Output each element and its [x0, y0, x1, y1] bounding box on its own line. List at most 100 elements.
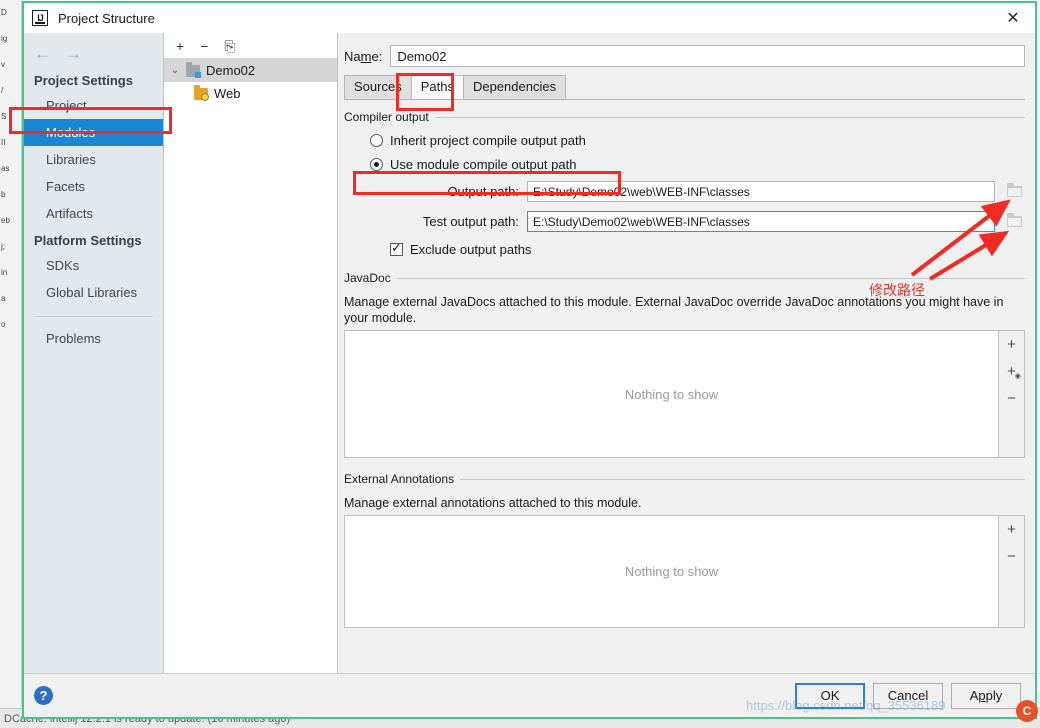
javadoc-header: JavaDoc: [344, 271, 1025, 285]
bg-fragment: S: [1, 112, 7, 121]
compiler-output-group: Compiler output Inherit project compile …: [344, 110, 1025, 257]
settings-sidebar: ← → Project Settings Project Modules Lib…: [24, 33, 164, 673]
output-path-row: Output path:: [344, 181, 1025, 202]
sidebar-item-artifacts[interactable]: Artifacts: [24, 200, 163, 227]
tree-node-web[interactable]: Web: [164, 82, 337, 105]
tree-node-label: Demo02: [206, 63, 256, 78]
test-output-path-input[interactable]: [527, 211, 995, 232]
module-name-input[interactable]: [390, 45, 1025, 67]
module-tree-panel: + − ⎘ ⌄ Demo02 Web: [164, 33, 338, 673]
module-name-row: Name:: [344, 41, 1025, 75]
sidebar-group-platform-settings: Platform Settings: [34, 233, 142, 248]
dialog-title: Project Structure: [58, 10, 155, 26]
radio-icon[interactable]: [370, 134, 383, 147]
compiler-output-title: Compiler output: [344, 110, 429, 124]
close-icon[interactable]: ✕: [991, 3, 1035, 33]
project-structure-dialog: IJ Project Structure ✕ ← → Project Setti…: [22, 1, 1037, 719]
bg-fragment: eb: [1, 216, 10, 225]
module-tabs: Sources Paths Dependencies: [344, 75, 1025, 99]
sidebar-item-project[interactable]: Project: [24, 92, 163, 119]
folder-browse-icon: [1006, 213, 1022, 227]
cancel-button[interactable]: Cancel: [873, 682, 943, 709]
ok-button[interactable]: OK: [795, 682, 865, 709]
sidebar-item-libraries[interactable]: Libraries: [24, 146, 163, 173]
bg-fragment: in: [1, 268, 8, 277]
external-annotations-list-wrap: Nothing to show + −: [344, 515, 1025, 628]
forward-arrow-icon[interactable]: →: [65, 45, 82, 62]
output-path-label: Output path:: [447, 184, 519, 199]
sidebar-item-sdks[interactable]: SDKs: [24, 252, 163, 279]
output-path-browse-button[interactable]: [1003, 182, 1025, 202]
tree-node-demo02[interactable]: ⌄ Demo02: [164, 59, 337, 82]
external-annotations-group: External Annotations Manage external ann…: [344, 472, 1025, 628]
bg-fragment: b: [1, 190, 6, 199]
web-facet-icon: [194, 84, 209, 101]
bg-fragment: /: [1, 86, 4, 95]
output-path-input[interactable]: [527, 181, 995, 202]
remove-annotation-button[interactable]: −: [1007, 549, 1016, 564]
exclude-output-paths-label: Exclude output paths: [410, 242, 532, 257]
javadoc-empty-text: Nothing to show: [624, 386, 719, 402]
module-settings-pane: Name: Sources Paths Dependencies Compile…: [338, 33, 1035, 673]
sidebar-item-global-libraries[interactable]: Global Libraries: [24, 279, 163, 306]
tab-paths[interactable]: Paths: [410, 75, 464, 99]
test-output-path-browse-button[interactable]: [1003, 212, 1025, 232]
external-annotations-title: External Annotations: [344, 472, 455, 486]
exclude-output-paths-checkbox[interactable]: [390, 240, 403, 256]
exclude-output-paths-row[interactable]: Exclude output paths: [390, 240, 1025, 257]
bg-fragment: a: [1, 294, 6, 303]
external-annotations-header: External Annotations: [344, 472, 1025, 486]
test-output-path-row: Test output path:: [344, 211, 1025, 232]
external-annotations-list[interactable]: Nothing to show: [344, 515, 999, 628]
add-javadoc-module-button[interactable]: +: [1007, 364, 1020, 380]
apply-button[interactable]: Apply: [951, 682, 1021, 709]
javadoc-list[interactable]: Nothing to show: [344, 330, 999, 458]
tree-node-label: Web: [214, 86, 241, 101]
javadoc-title: JavaDoc: [344, 271, 391, 285]
bg-fragment: ig: [1, 34, 8, 43]
sidebar-item-problems[interactable]: Problems: [24, 325, 163, 352]
tab-sources[interactable]: Sources: [344, 75, 412, 99]
add-annotation-button[interactable]: +: [1007, 522, 1016, 537]
add-module-icon[interactable]: +: [176, 39, 184, 53]
module-name-label: Name:: [344, 48, 383, 64]
javadoc-group: JavaDoc Manage external JavaDocs attache…: [344, 271, 1025, 458]
module-tree-toolbar: + − ⎘: [164, 33, 337, 59]
bg-fragment: D: [1, 8, 7, 17]
remove-javadoc-button[interactable]: −: [1007, 391, 1016, 406]
folder-browse-icon: [1006, 183, 1022, 197]
sidebar-nav-arrows: ← →: [24, 39, 163, 67]
radio-use-module-output[interactable]: Use module compile output path: [370, 157, 1025, 172]
tab-dependencies[interactable]: Dependencies: [462, 75, 567, 99]
external-annotations-description: Manage external annotations attached to …: [344, 496, 642, 510]
bg-fragment: o: [1, 320, 6, 329]
javadoc-description: Manage external JavaDocs attached to thi…: [344, 295, 1004, 325]
sidebar-item-facets[interactable]: Facets: [24, 173, 163, 200]
radio-label: Inherit project compile output path: [390, 133, 586, 148]
copy-module-icon[interactable]: ⎘: [224, 39, 235, 53]
help-icon[interactable]: ?: [34, 686, 53, 705]
module-folder-icon: [186, 61, 201, 78]
javadoc-side-buttons: + + −: [999, 330, 1025, 458]
background-ide-strip: D ig v / S II as b eb j; in a o: [0, 0, 22, 728]
radio-label: Use module compile output path: [390, 157, 577, 172]
external-annotations-side-buttons: + −: [999, 515, 1025, 628]
remove-module-icon[interactable]: −: [200, 39, 208, 53]
bg-fragment: v: [1, 60, 5, 69]
test-output-path-label: Test output path:: [422, 214, 519, 229]
sidebar-divider: [34, 316, 153, 317]
screenshot-root: D ig v / S II as b eb j; in a o DCache: …: [0, 0, 1040, 728]
javadoc-list-wrap: Nothing to show + + −: [344, 330, 1025, 458]
group-divider-line: [460, 478, 1025, 480]
tabs-underline: [344, 99, 1025, 100]
sidebar-item-modules[interactable]: Modules: [24, 119, 163, 146]
back-arrow-icon[interactable]: ←: [34, 45, 51, 62]
chevron-down-icon[interactable]: ⌄: [168, 65, 182, 76]
add-javadoc-button[interactable]: +: [1007, 337, 1016, 352]
dialog-footer: ? OK Cancel Apply: [24, 673, 1035, 717]
radio-icon-selected[interactable]: [370, 158, 383, 171]
dialog-body: ← → Project Settings Project Modules Lib…: [24, 33, 1035, 673]
sidebar-group-project-settings: Project Settings: [34, 73, 133, 88]
radio-inherit-project-output[interactable]: Inherit project compile output path: [370, 133, 1025, 148]
group-divider-line: [396, 277, 1025, 279]
